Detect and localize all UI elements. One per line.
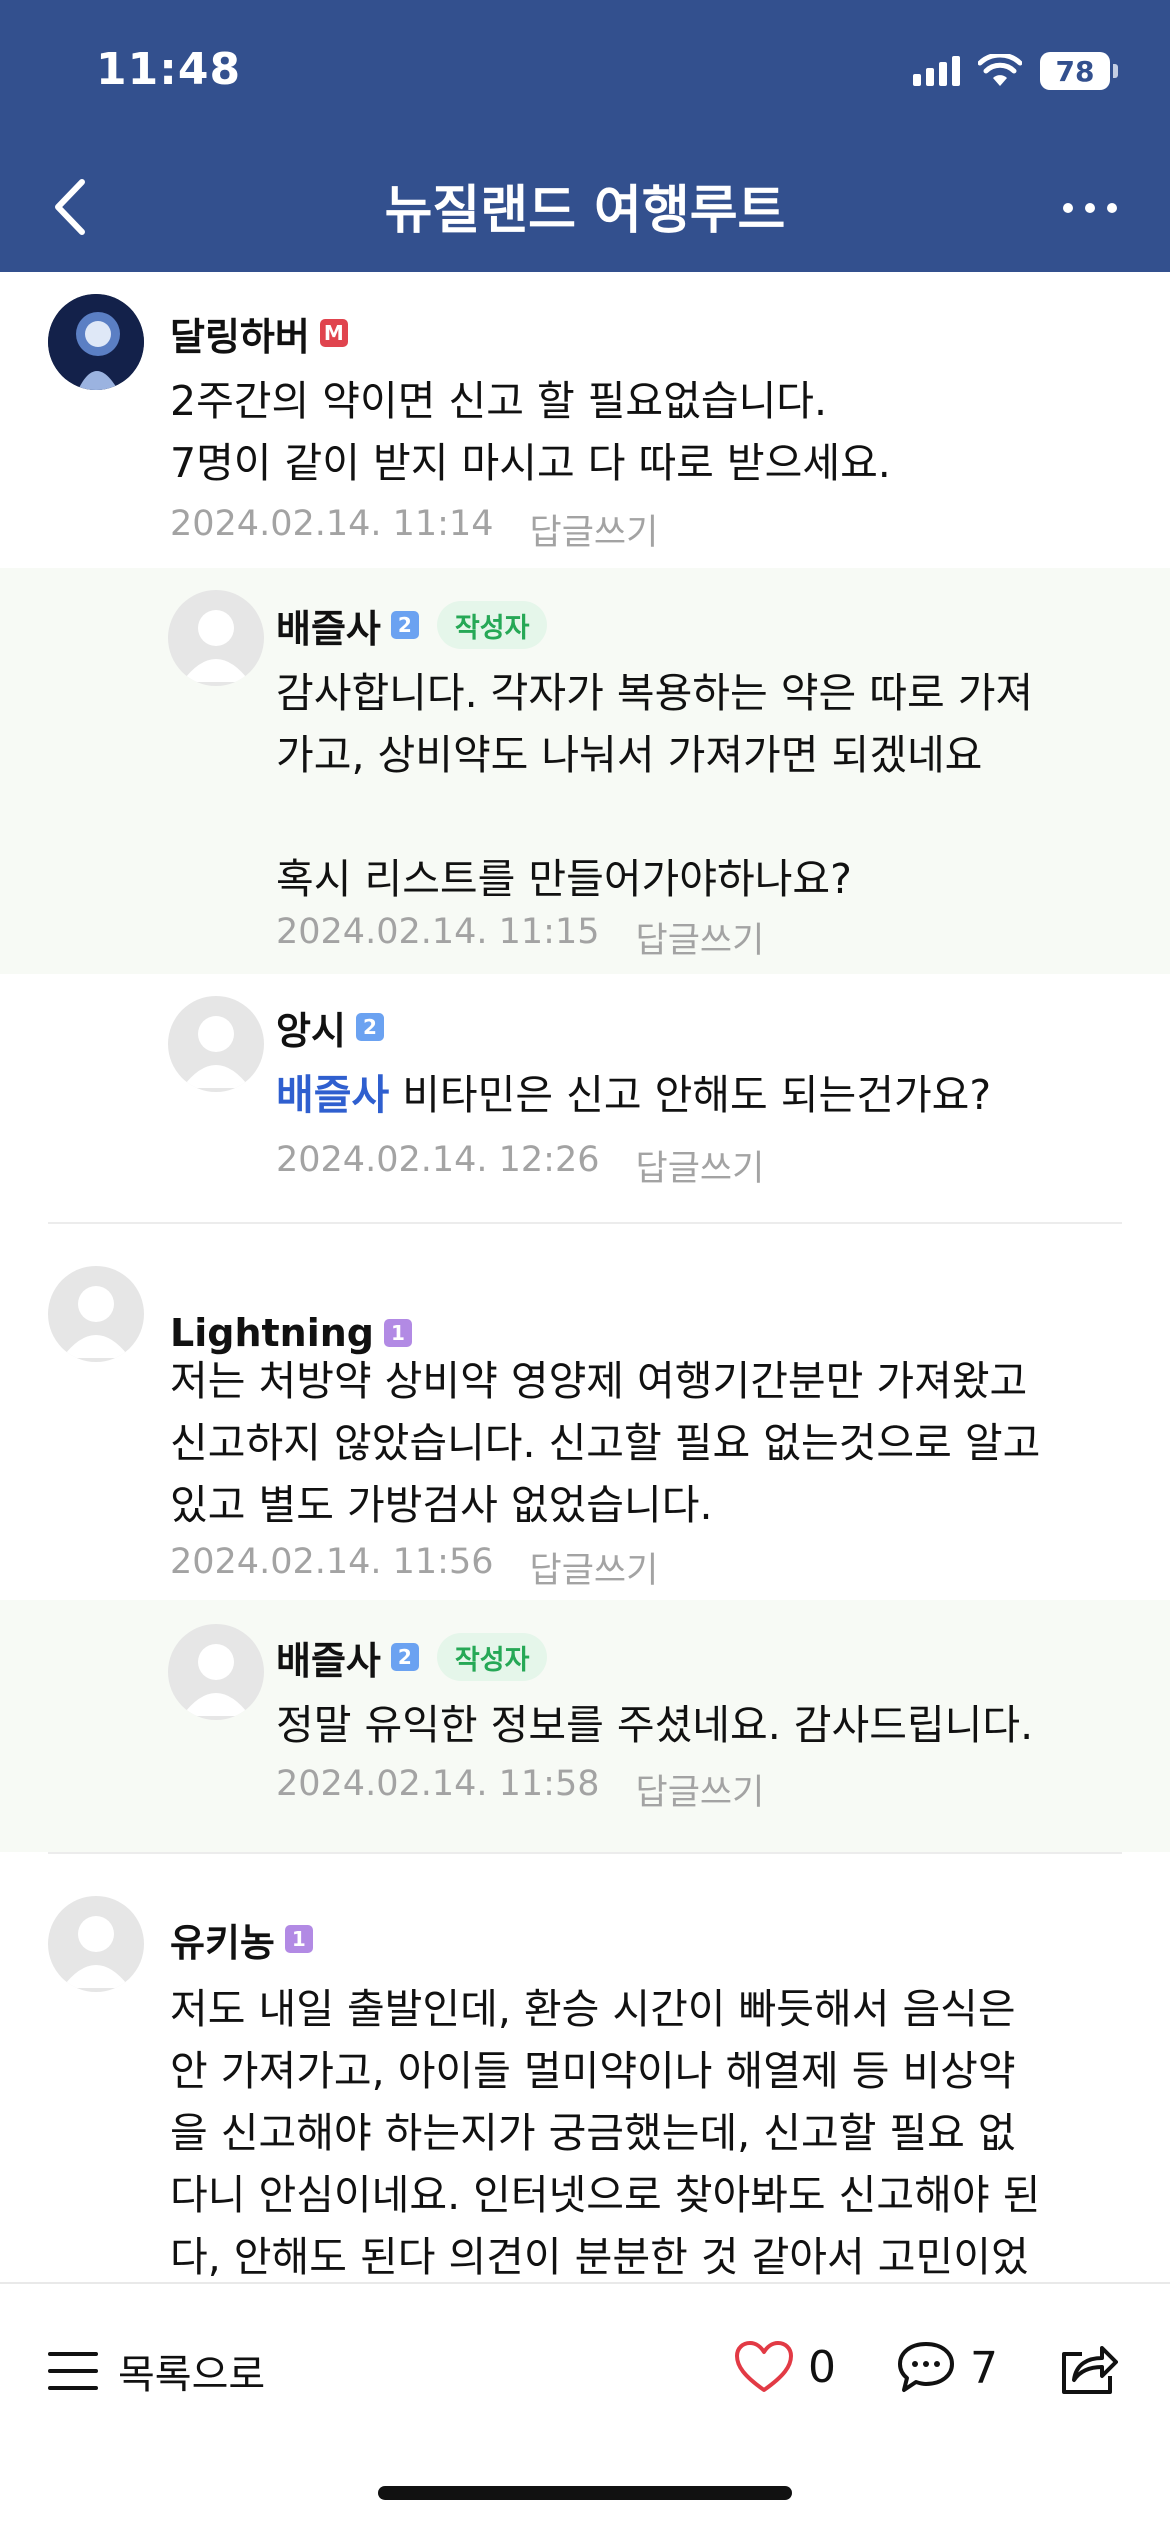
level-badge: M [319, 319, 348, 347]
comment-meta: 2024.02.14. 11:58 답글쓰기 [276, 1764, 764, 1815]
comment-author[interactable]: 앙시 [276, 1000, 346, 1055]
avatar[interactable] [168, 996, 264, 1092]
wifi-icon [978, 54, 1022, 86]
reply-button[interactable]: 답글쓰기 [636, 912, 765, 963]
app-header: 11:48 78 뉴질랜드 여행루트 [0, 0, 1170, 272]
writer-tag: 작성자 [436, 601, 548, 649]
avatar[interactable] [168, 1624, 264, 1720]
level-badge: 1 [384, 1319, 412, 1347]
default-avatar-icon [182, 1644, 250, 1716]
heart-icon [735, 2341, 793, 2392]
comment-item: Lightning 1 저는 처방약 상비약 영양제 여행기간분만 가져왔고 신… [0, 1224, 1170, 1600]
comment-item: 달링하버 M 2주간의 약이면 신고 할 필요없습니다. 7명이 같이 받지 마… [0, 272, 1170, 568]
default-avatar-icon [62, 1916, 130, 1988]
level-badge: 2 [390, 611, 419, 639]
comment-text: 2주간의 약이면 신고 할 필요없습니다. 7명이 같이 받지 마시고 다 따로… [170, 377, 891, 487]
comment-text: 배즐사 비타민은 신고 안해도 되는건가요? [276, 1071, 992, 1119]
default-avatar-icon [182, 610, 250, 682]
avatar[interactable] [48, 1896, 144, 1992]
comment-meta: 2024.02.14. 11:14 답글쓰기 [170, 504, 658, 555]
like-button[interactable]: 0 [734, 2340, 836, 2394]
comment-author[interactable]: 배즐사 [276, 1630, 381, 1685]
share-icon [1062, 2346, 1118, 2394]
comment-date: 2024.02.14. 11:15 [276, 912, 600, 952]
default-avatar-icon [182, 1016, 250, 1088]
reply-item: 배즐사 2 작성자 감사합니다. 각자가 복용하는 약은 따로 가져 가고, 상… [0, 568, 1170, 974]
more-options-button[interactable] [1050, 178, 1130, 238]
reply-button[interactable]: 답글쓰기 [530, 504, 659, 555]
avatar[interactable] [48, 1266, 144, 1362]
comment-meta: 2024.02.14. 11:56 답글쓰기 [170, 1542, 658, 1593]
comment-author[interactable]: 배즐사 [276, 598, 381, 653]
comment-author[interactable]: Lightning [170, 1311, 374, 1355]
reply-button[interactable]: 답글쓰기 [530, 1542, 659, 1593]
avatar-image [48, 294, 144, 390]
cellular-signal-icon [913, 56, 960, 86]
comment-date: 2024.02.14. 11:58 [276, 1764, 600, 1804]
comment-count: 7 [970, 2342, 998, 2394]
comment-date: 2024.02.14. 11:14 [170, 504, 494, 544]
comment-text: 정말 유익한 정보를 주셨네요. 감사드립니다. [276, 1701, 1034, 1749]
reply-button[interactable]: 답글쓰기 [636, 1764, 765, 1815]
back-to-list-button[interactable]: 목록으로 [48, 2342, 265, 2400]
comment-meta: 2024.02.14. 11:15 답글쓰기 [276, 912, 764, 963]
like-count: 0 [808, 2341, 836, 2393]
avatar[interactable] [168, 590, 264, 686]
level-badge: 2 [355, 1013, 384, 1041]
comment-text: 저도 내일 출발인데, 환승 시간이 빠듯해서 음식은 안 가져가고, 아이들 … [170, 1985, 1041, 2281]
mention-link[interactable]: 배즐사 [276, 1071, 389, 1119]
share-button[interactable] [1058, 2340, 1118, 2396]
speech-bubble-icon [898, 2342, 954, 2392]
page-title: 뉴질랜드 여행루트 [384, 181, 786, 241]
writer-tag: 작성자 [436, 1633, 548, 1681]
comment-meta: 2024.02.14. 12:26 답글쓰기 [276, 1140, 764, 1191]
status-time: 11:48 [96, 44, 242, 95]
home-indicator [378, 2486, 792, 2500]
comments-button[interactable]: 7 [896, 2340, 998, 2396]
comment-author[interactable]: 달링하버 [170, 306, 310, 361]
reply-item: 배즐사 2 작성자 정말 유익한 정보를 주셨네요. 감사드립니다. 2024.… [0, 1600, 1170, 1852]
comment-date: 2024.02.14. 11:56 [170, 1542, 494, 1582]
reply-item: 앙시 2 배즐사 비타민은 신고 안해도 되는건가요? 2024.02.14. … [0, 974, 1170, 1222]
back-to-list-label: 목록으로 [118, 2352, 266, 2398]
comment-date: 2024.02.14. 12:26 [276, 1140, 600, 1180]
comment-item: 유키농 1 저도 내일 출발인데, 환승 시간이 빠듯해서 음식은 안 가져가고… [0, 1854, 1170, 2282]
status-icons: 78 [913, 52, 1118, 90]
level-badge: 1 [284, 1925, 313, 1953]
battery-icon: 78 [1040, 52, 1118, 90]
default-avatar-icon [62, 1286, 130, 1358]
avatar[interactable] [48, 294, 144, 390]
level-badge: 2 [390, 1643, 419, 1671]
reply-button[interactable]: 답글쓰기 [636, 1140, 765, 1191]
comment-text: 저는 처방약 상비약 영양제 여행기간분만 가져왔고 신고하지 않았습니다. 신… [170, 1357, 1041, 1529]
comment-author[interactable]: 유키농 [170, 1912, 275, 1967]
menu-icon [48, 2352, 98, 2390]
comment-text: 감사합니다. 각자가 복용하는 약은 따로 가져 가고, 상비약도 나눠서 가져… [276, 669, 1034, 903]
